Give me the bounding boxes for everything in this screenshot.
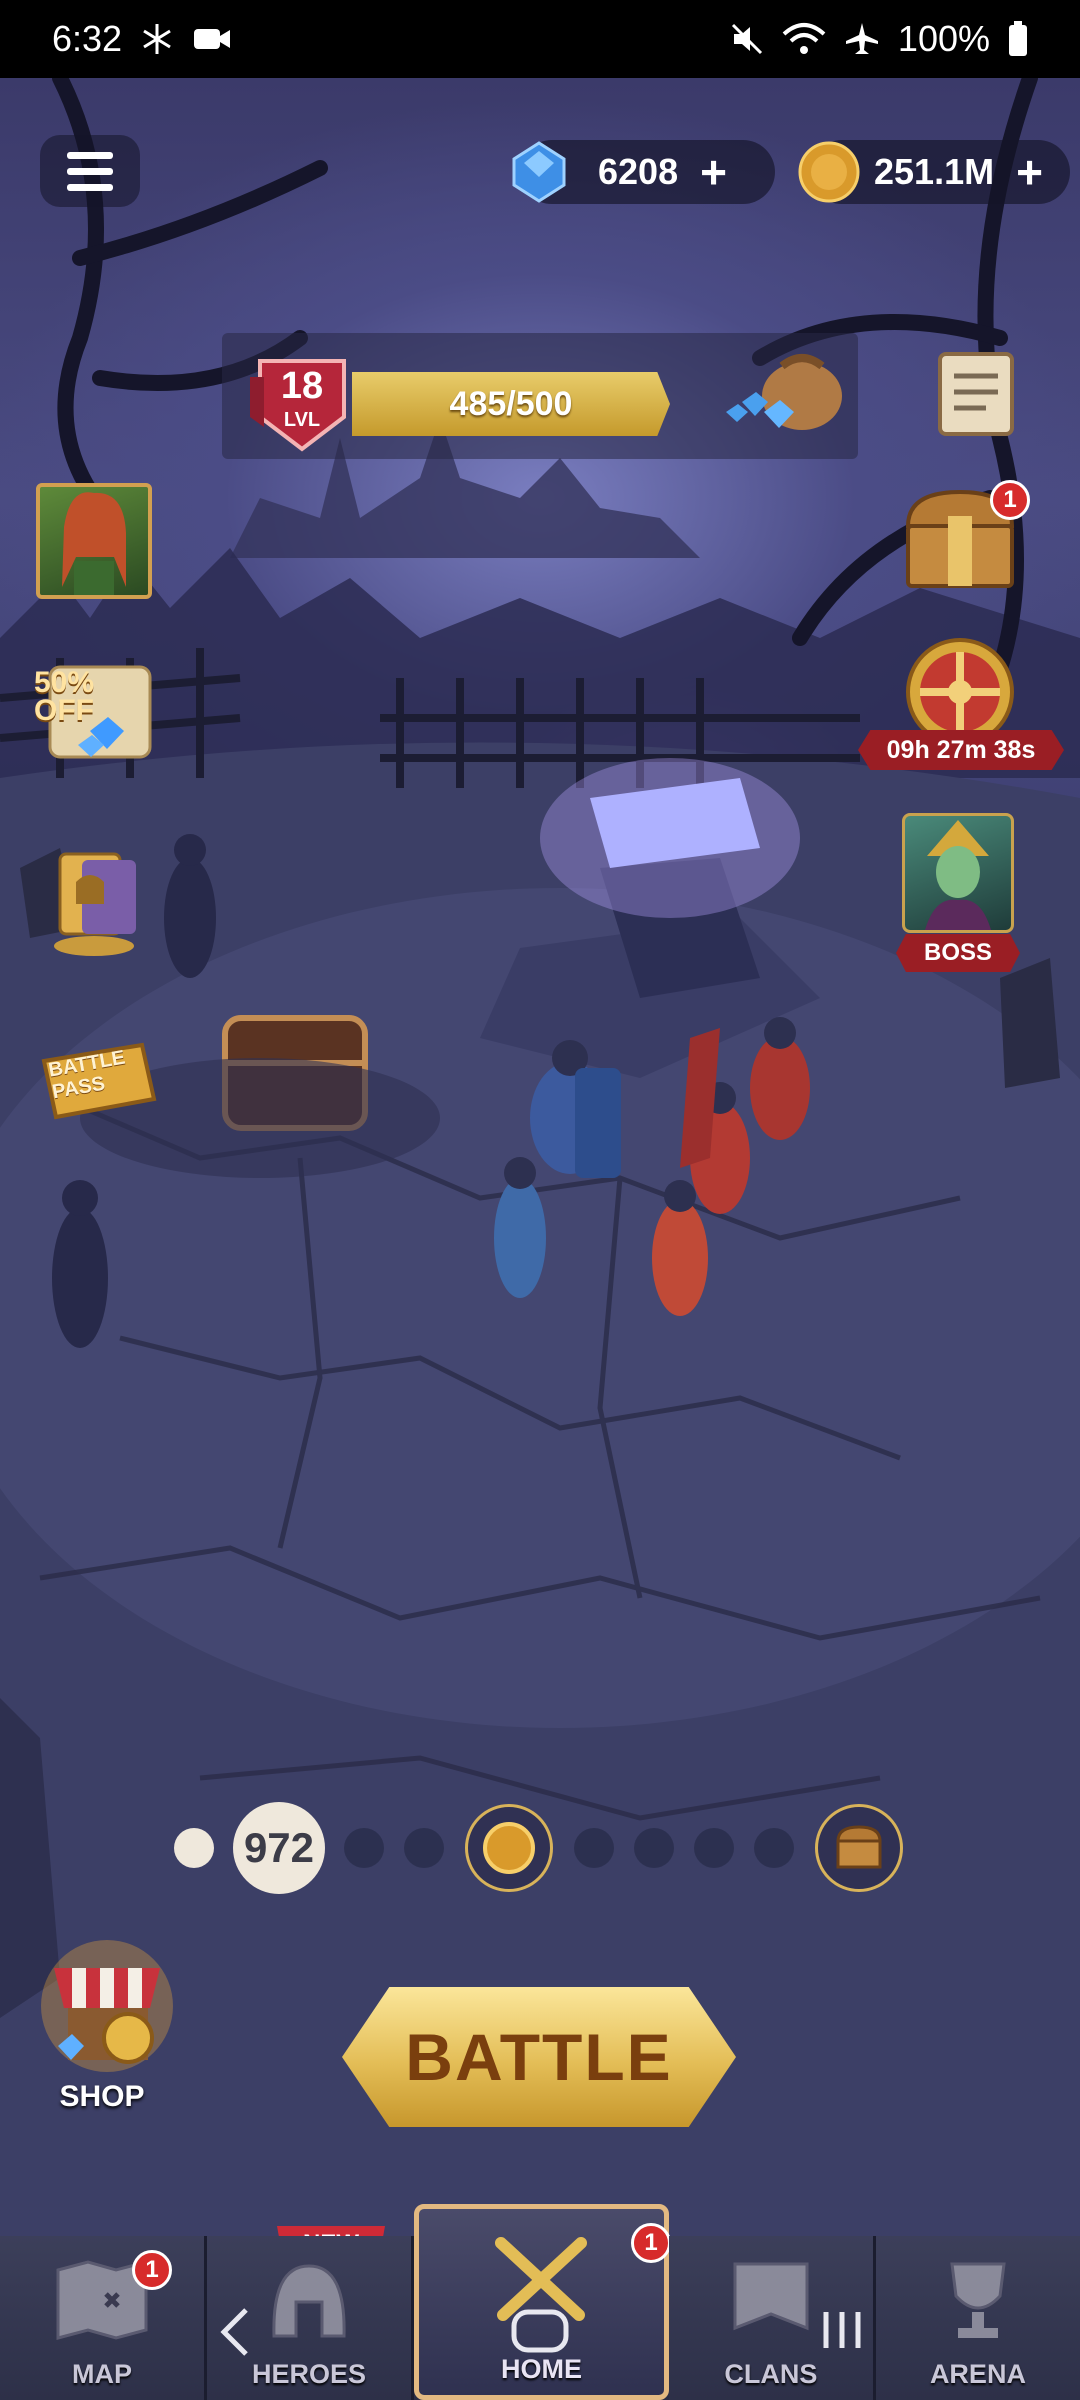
wifi-icon [782, 23, 826, 54]
gold-reward-node[interactable] [465, 1804, 553, 1892]
shop-label[interactable]: SHOP [40, 2080, 164, 2114]
clock: 6:32 [52, 18, 123, 59]
boss-icon [925, 820, 991, 930]
chest-badge: 1 [990, 480, 1030, 520]
progress-dot [344, 1828, 384, 1868]
level-badge[interactable]: 18 LVL [250, 357, 354, 453]
hero-card-icon[interactable] [48, 846, 144, 958]
status-bar: 6:32 100% [0, 0, 1080, 78]
chest-icon [836, 1825, 882, 1869]
mute-icon [731, 23, 762, 55]
gold-currency[interactable]: 251.1M + [798, 140, 1070, 204]
battery-percent: 100% [897, 18, 990, 59]
map-badge: 1 [132, 2250, 172, 2290]
gem-icon [512, 141, 566, 203]
hero-offer-portrait[interactable] [36, 483, 152, 599]
menu-button[interactable] [40, 135, 140, 207]
tab-home-label: HOME [500, 2354, 582, 2384]
sale-offer-button[interactable]: 50% OFF [30, 661, 160, 771]
system-recents-button[interactable] [818, 2306, 866, 2354]
sale-percent: 50% [34, 666, 95, 699]
tab-arena[interactable]: ARENA [875, 2236, 1080, 2400]
helmet-icon [272, 2264, 346, 2338]
home-badge: 1 [631, 2223, 672, 2263]
tab-arena-label: ARENA [929, 2359, 1026, 2389]
xp-value: 485/500 [449, 384, 573, 423]
airplane-icon [845, 23, 878, 54]
tab-home[interactable]: 1 HOME [414, 2204, 672, 2400]
hero-portrait-icon [62, 492, 126, 595]
game-scene[interactable]: 6208 + 251.1M + 18 LVL 485/500 50% OFF B… [0, 78, 1080, 2400]
boss-portrait[interactable] [902, 813, 1014, 933]
progress-dot [404, 1828, 444, 1868]
tab-map-label: MAP [72, 2359, 133, 2389]
boss-label: BOSS [896, 934, 1020, 972]
sale-off-label: OFF [34, 694, 94, 727]
progress-dot [694, 1828, 734, 1868]
gold-coin-icon [483, 1822, 535, 1874]
level-label: LVL [283, 409, 321, 431]
chest-reward-node[interactable] [815, 1804, 903, 1892]
progress-dot [634, 1828, 674, 1868]
system-back-button[interactable] [216, 2306, 256, 2358]
tab-heroes-label: HEROES [252, 2359, 367, 2389]
snowflake-icon [143, 24, 171, 54]
gem-count: 6208 [598, 151, 679, 192]
quest-scroll-icon[interactable] [926, 344, 1026, 444]
level-number: 18 [280, 365, 324, 407]
wheel-timer: 09h 27m 38s [858, 730, 1064, 770]
battery-icon [1009, 21, 1027, 56]
gold-coin-icon [798, 141, 860, 203]
tab-clans-label: CLANS [724, 2359, 818, 2389]
battle-button[interactable]: BATTLE [342, 1987, 736, 2127]
xp-progress-bar: 485/500 [352, 372, 670, 436]
gem-currency[interactable]: 6208 + [512, 140, 775, 204]
system-home-button[interactable] [510, 2308, 570, 2354]
shop-icon[interactable] [32, 1928, 182, 2078]
progress-dot-completed [174, 1828, 214, 1868]
add-gems-button[interactable]: + [700, 149, 727, 195]
tab-map[interactable]: 1 MAP [0, 2236, 208, 2400]
gem-bag-icon[interactable] [722, 350, 852, 446]
add-gold-button[interactable]: + [1016, 149, 1043, 195]
trophy-icon [950, 2262, 1006, 2338]
stage-counter: 972 [233, 1802, 325, 1894]
hamburger-icon [67, 151, 113, 159]
camera-icon [194, 29, 231, 49]
banner-icon [733, 2262, 809, 2331]
progress-dot [754, 1828, 794, 1868]
battle-pass-button[interactable]: BATTLE PASS [30, 1033, 160, 1133]
progress-dot [574, 1828, 614, 1868]
gold-count: 251.1M [874, 151, 995, 192]
